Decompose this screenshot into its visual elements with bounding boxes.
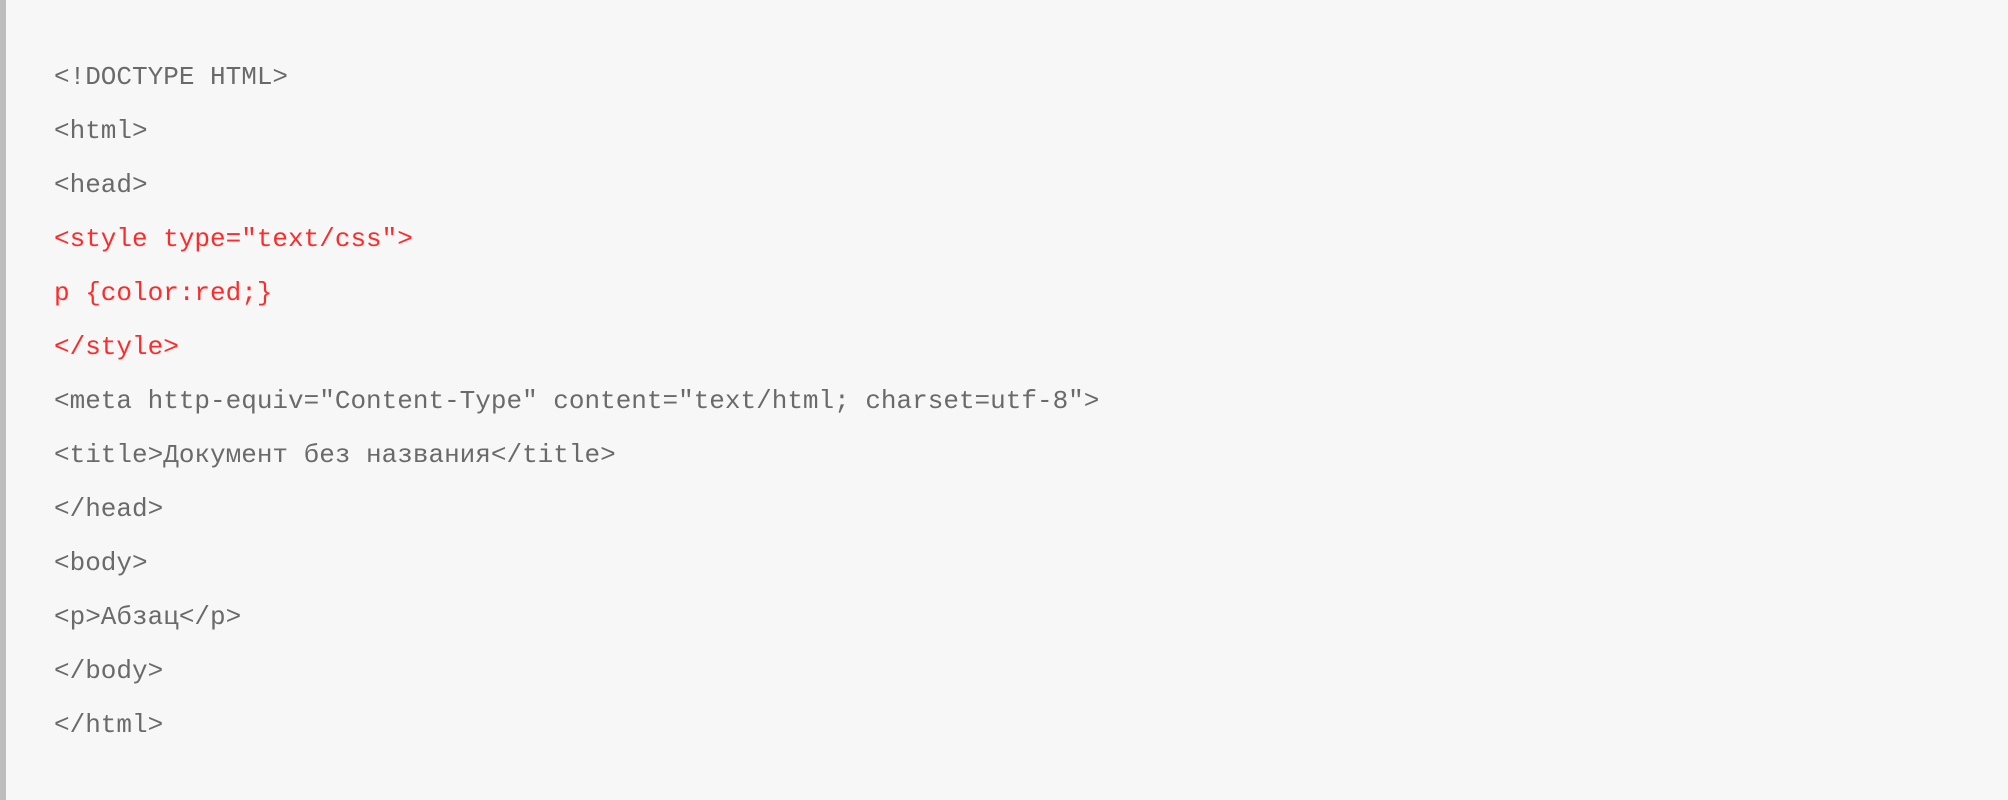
code-line: <title>Документ без названия</title>	[54, 428, 1960, 482]
code-line-highlight: </style>	[54, 320, 1960, 374]
code-line: <body>	[54, 536, 1960, 590]
code-line-highlight: p {color:red;}	[54, 266, 1960, 320]
code-line: <head>	[54, 158, 1960, 212]
code-line: </body>	[54, 644, 1960, 698]
code-block: <!DOCTYPE HTML> <html> <head> <style typ…	[0, 0, 2008, 800]
code-line: </html>	[54, 698, 1960, 752]
code-line: <p>Абзац</p>	[54, 590, 1960, 644]
code-line: </head>	[54, 482, 1960, 536]
code-line: <meta http-equiv="Content-Type" content=…	[54, 374, 1960, 428]
code-line-highlight: <style type="text/css">	[54, 212, 1960, 266]
code-line: <!DOCTYPE HTML>	[54, 50, 1960, 104]
code-line: <html>	[54, 104, 1960, 158]
